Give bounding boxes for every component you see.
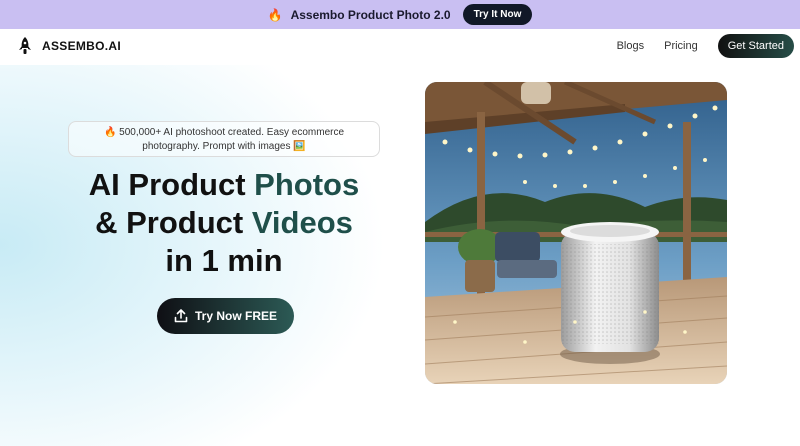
try-now-free-button[interactable]: Try Now FREE: [157, 298, 294, 334]
nav-link-pricing[interactable]: Pricing: [664, 40, 698, 52]
try-now-free-label: Try Now FREE: [194, 309, 277, 323]
get-started-button[interactable]: Get Started: [717, 34, 794, 58]
upload-icon: [174, 309, 188, 323]
headline-accent: Photos: [254, 167, 360, 202]
hero-product-image: [425, 82, 727, 384]
announcement-bar: 🔥 Assembo Product Photo 2.0 Try It Now: [0, 0, 800, 29]
announcement-text: Assembo Product Photo 2.0: [290, 7, 451, 22]
navbar: ASSEMBO.AI Blogs Pricing Get Started: [0, 29, 800, 65]
headline-part: in 1 min: [165, 243, 283, 278]
rocket-icon: [19, 37, 31, 54]
try-it-now-button[interactable]: Try It Now: [462, 4, 533, 25]
brand-logo[interactable]: ASSEMBO.AI: [18, 37, 121, 55]
stats-pill-line-1: 🔥 500,000+ AI photoshoot created. Easy e…: [103, 127, 345, 138]
brand-name: ASSEMBO.AI: [42, 39, 122, 53]
headline-part: AI Product: [88, 167, 255, 202]
stats-pill: 🔥 500,000+ AI photoshoot created. Easy e…: [68, 121, 380, 157]
stats-pill-line-2: photography. Prompt with images 🖼️: [142, 141, 306, 152]
hero-headline: AI Product Photos & Product Videos in 1 …: [60, 166, 388, 280]
headline-part: & Product: [95, 205, 252, 240]
headline-accent: Videos: [251, 205, 353, 240]
nav-link-blogs[interactable]: Blogs: [617, 40, 645, 52]
fire-icon: 🔥: [267, 7, 283, 22]
